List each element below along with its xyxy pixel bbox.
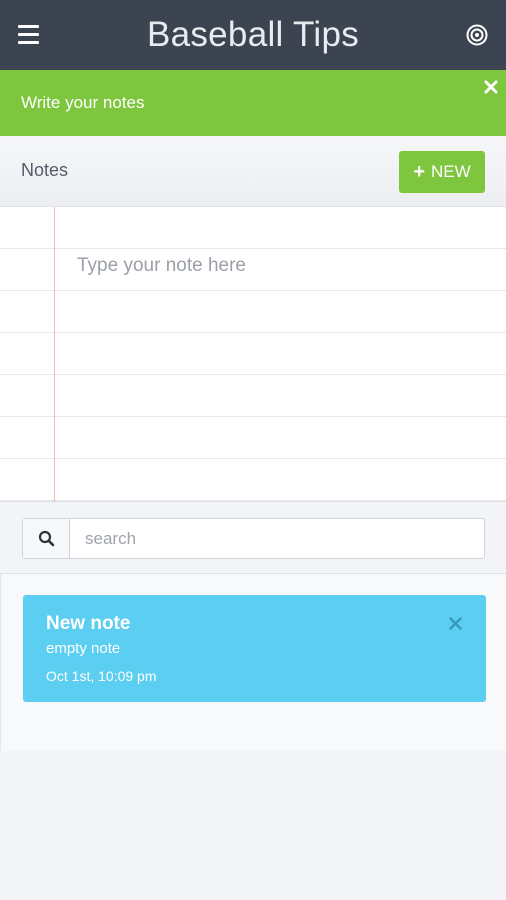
info-banner: Write your notes <box>0 70 506 136</box>
note-editor[interactable]: Type your note here <box>0 207 506 502</box>
note-card[interactable]: New note empty note Oct 1st, 10:09 pm <box>23 595 486 702</box>
hamburger-menu-icon[interactable] <box>18 25 39 44</box>
app-title: Baseball Tips <box>146 15 360 54</box>
banner-text: Write your notes <box>21 93 145 112</box>
note-preview: empty note <box>46 640 121 657</box>
search-icon <box>38 530 54 547</box>
new-note-button[interactable]: + NEW <box>399 151 485 193</box>
paper-margin-line <box>54 207 55 502</box>
note-title: New note <box>46 613 131 634</box>
note-text-input[interactable]: Type your note here <box>77 255 246 277</box>
search-input[interactable] <box>70 519 484 558</box>
note-date: Oct 1st, 10:09 pm <box>46 668 157 684</box>
top-app-bar: Baseball Tips <box>0 0 506 70</box>
plus-icon: + <box>413 161 425 183</box>
search-area <box>0 502 506 574</box>
notes-header: Notes + NEW <box>0 136 506 207</box>
notes-title: Notes <box>21 160 69 180</box>
search-box <box>22 518 485 559</box>
close-icon[interactable] <box>484 80 498 94</box>
new-button-label: NEW <box>431 162 471 181</box>
target-icon[interactable] <box>466 24 488 46</box>
notes-list: New note empty note Oct 1st, 10:09 pm <box>0 574 506 751</box>
search-button[interactable] <box>23 519 70 558</box>
delete-note-icon[interactable] <box>449 617 462 630</box>
